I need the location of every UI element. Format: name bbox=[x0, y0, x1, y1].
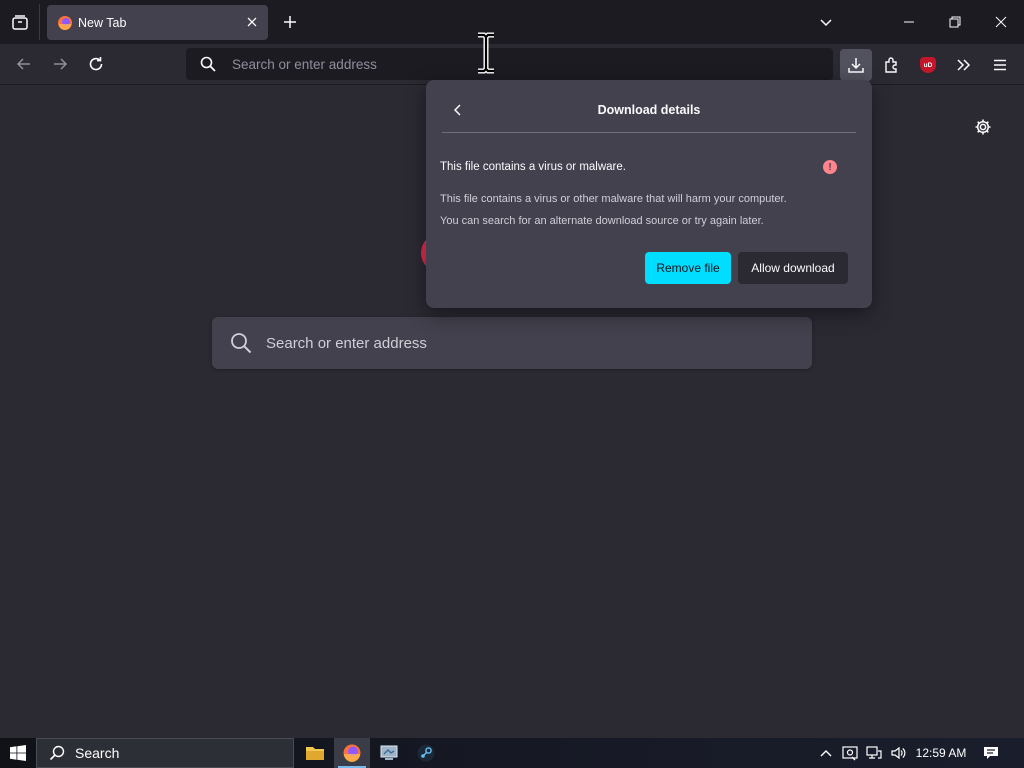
firefox-icon bbox=[342, 743, 362, 763]
tab-new-tab[interactable]: New Tab bbox=[47, 5, 268, 40]
malware-description-line-2: You can search for an alternate download… bbox=[440, 215, 764, 227]
malware-heading: This file contains a virus or malware. bbox=[440, 161, 626, 173]
steam-icon bbox=[416, 743, 436, 763]
divider bbox=[442, 132, 856, 133]
ublock-button[interactable]: uD bbox=[912, 49, 944, 81]
extensions-button[interactable] bbox=[876, 49, 908, 81]
downloads-button[interactable] bbox=[840, 49, 872, 81]
back-icon[interactable] bbox=[9, 49, 39, 79]
tab-list-button[interactable] bbox=[0, 4, 40, 40]
security-tray-icon[interactable] bbox=[840, 738, 860, 768]
restore-icon[interactable] bbox=[932, 0, 978, 44]
windows-icon bbox=[10, 745, 26, 761]
firefox-taskbar-button[interactable] bbox=[334, 738, 370, 768]
search-icon bbox=[200, 56, 216, 72]
clock[interactable]: 12:59 AM bbox=[912, 738, 970, 768]
url-input[interactable] bbox=[232, 56, 792, 72]
search-icon bbox=[49, 745, 65, 761]
allow-download-button[interactable]: Allow download bbox=[738, 252, 848, 284]
nav-bar: uD bbox=[0, 44, 1024, 85]
app-icon bbox=[379, 744, 399, 762]
url-bar[interactable] bbox=[186, 48, 833, 80]
network-icon[interactable] bbox=[864, 738, 884, 768]
start-button[interactable] bbox=[0, 738, 36, 768]
malware-description-line-1: This file contains a virus or other malw… bbox=[440, 193, 787, 205]
close-icon[interactable] bbox=[244, 14, 260, 30]
notification-icon[interactable] bbox=[980, 738, 1002, 768]
taskbar-search[interactable]: Search bbox=[36, 738, 294, 768]
reload-icon[interactable] bbox=[81, 49, 111, 79]
volume-icon[interactable] bbox=[888, 738, 908, 768]
taskbar: Search 12:59 AM bbox=[0, 738, 1024, 768]
plus-icon[interactable] bbox=[278, 10, 302, 34]
download-details-panel: Download details This file contains a vi… bbox=[426, 80, 872, 308]
forward-icon[interactable] bbox=[45, 49, 75, 79]
text-cursor-icon bbox=[474, 32, 498, 74]
tab-list-icon bbox=[11, 13, 29, 31]
firefox-favicon bbox=[57, 15, 73, 31]
menu-icon[interactable] bbox=[984, 49, 1016, 81]
newtab-search-box[interactable] bbox=[212, 317, 812, 369]
chevron-up-icon[interactable] bbox=[816, 738, 836, 768]
ublock-icon: uD bbox=[920, 57, 936, 73]
extensions-icon bbox=[883, 56, 901, 74]
download-icon bbox=[847, 56, 865, 74]
chevron-down-icon[interactable] bbox=[814, 10, 838, 34]
tab-strip: New Tab bbox=[0, 0, 1024, 44]
taskbar-search-label: Search bbox=[75, 745, 120, 761]
steam-taskbar-button[interactable] bbox=[408, 738, 444, 768]
window-close-icon[interactable] bbox=[978, 0, 1024, 44]
minimize-icon[interactable] bbox=[886, 0, 932, 44]
warning-icon: ! bbox=[823, 160, 837, 174]
gear-icon[interactable] bbox=[970, 114, 996, 140]
tab-title: New Tab bbox=[78, 15, 127, 30]
overflow-icon[interactable] bbox=[948, 49, 980, 81]
file-explorer-icon bbox=[305, 744, 325, 762]
search-icon bbox=[230, 332, 252, 354]
panel-title: Download details bbox=[597, 103, 701, 117]
newtab-search-input[interactable] bbox=[266, 334, 766, 352]
clock-time: 12:59 AM bbox=[915, 746, 967, 760]
file-explorer-button[interactable] bbox=[297, 738, 333, 768]
app-taskbar-button[interactable] bbox=[371, 738, 407, 768]
remove-file-button[interactable]: Remove file bbox=[645, 252, 731, 284]
